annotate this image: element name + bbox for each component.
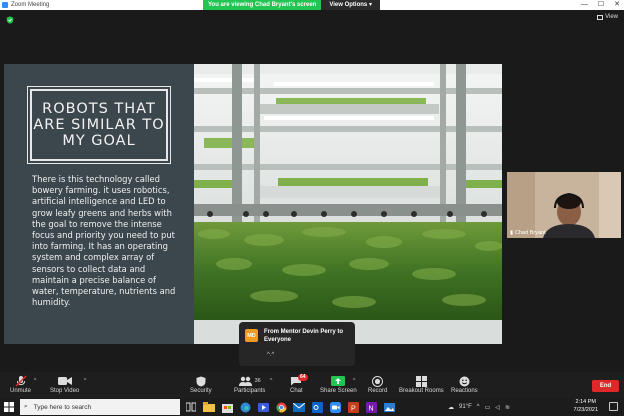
taskbar-search-box[interactable]: ⌕ Type here to search xyxy=(20,399,180,415)
participants-label: Participants xyxy=(234,388,266,394)
volume-icon[interactable]: ◁ xyxy=(495,404,500,411)
share-screen-icon xyxy=(331,375,346,387)
breakout-rooms-label: Breakout Rooms xyxy=(399,388,444,394)
shield-icon xyxy=(196,375,206,387)
slide-title-box: ROBOTS THAT ARE SIMILAR TO MY GOAL xyxy=(27,86,171,164)
clock-date: 7/23/2021 xyxy=(573,406,598,413)
close-icon[interactable]: ✕ xyxy=(614,0,620,10)
viewing-screen-label: You are viewing Chad Bryant's screen xyxy=(203,0,322,10)
unmute-button[interactable]: Unmute xyxy=(10,375,31,394)
video-app-icon[interactable] xyxy=(256,400,270,414)
svg-text:P: P xyxy=(351,405,356,412)
breakout-rooms-button[interactable]: Breakout Rooms xyxy=(399,375,444,394)
chrome-browser-icon[interactable] xyxy=(274,400,288,414)
breakout-rooms-icon xyxy=(415,375,427,387)
participants-button[interactable]: 36 Participants xyxy=(234,375,265,394)
end-meeting-button[interactable]: End xyxy=(592,380,619,392)
edge-browser-icon[interactable] xyxy=(238,400,252,414)
view-button-label: View xyxy=(605,14,618,20)
system-tray: ☁ 91°F ^ ▭ ◁ ≋ xyxy=(448,400,510,414)
maximize-icon[interactable]: ☐ xyxy=(598,0,604,10)
participants-caret-icon[interactable]: ^ xyxy=(270,378,272,384)
view-options-label: View Options xyxy=(329,2,368,8)
chat-sender-line: From Mentor Devin Perry to Everyone xyxy=(264,329,344,343)
search-icon: ⌕ xyxy=(24,403,28,410)
stop-video-label: Stop Video xyxy=(50,388,80,394)
shared-slide: ROBOTS THAT ARE SIMILAR TO MY GOAL There… xyxy=(4,64,502,344)
clock-time: 2:14 PM xyxy=(575,399,596,405)
windows-start-icon[interactable] xyxy=(4,402,14,412)
chat-label: Chat xyxy=(290,388,303,394)
window-title: Zoom Meeting xyxy=(11,2,50,8)
chat-message: ^.^ xyxy=(267,352,275,358)
minimize-icon[interactable]: — xyxy=(581,0,588,10)
slide-text-panel: ROBOTS THAT ARE SIMILAR TO MY GOAL There… xyxy=(4,64,194,344)
window-controls: — ☐ ✕ xyxy=(581,0,620,10)
weather-icon[interactable]: ☁ xyxy=(448,404,454,411)
share-screen-label: Share Screen xyxy=(320,388,357,394)
search-placeholder: Type here to search xyxy=(33,403,92,411)
unmute-label: Unmute xyxy=(10,388,32,394)
share-options-caret-icon[interactable]: ^ xyxy=(353,378,355,384)
reactions-label: Reactions xyxy=(451,388,478,394)
security-label: Security xyxy=(190,388,212,394)
zoom-logo-icon xyxy=(2,2,8,8)
powerpoint-icon[interactable]: P xyxy=(346,400,360,414)
smiley-reaction-icon xyxy=(459,375,470,387)
security-button[interactable]: Security xyxy=(190,375,212,394)
slide-body: There is this technology called bowery f… xyxy=(32,174,176,308)
tray-overflow-icon[interactable]: ^ xyxy=(477,404,480,410)
chevron-down-icon: ▾ xyxy=(368,2,372,8)
zoom-app-icon[interactable] xyxy=(328,400,342,414)
store-icon[interactable] xyxy=(220,400,234,414)
photos-icon[interactable] xyxy=(382,400,396,414)
view-options-button[interactable]: View Options ▾ xyxy=(321,0,380,10)
file-explorer-icon[interactable] xyxy=(202,400,216,414)
sender-avatar: MD xyxy=(245,329,258,342)
audio-options-caret-icon[interactable]: ^ xyxy=(34,378,36,384)
temperature-readout[interactable]: 91°F xyxy=(459,404,472,410)
onenote-icon[interactable]: N xyxy=(364,400,378,414)
notification-center-icon[interactable] xyxy=(609,402,618,411)
participants-icon: 36 xyxy=(238,375,261,387)
video-camera-icon xyxy=(57,375,72,387)
vertical-farm-photo xyxy=(194,64,502,344)
taskbar-clock[interactable]: 2:14 PM 7/23/2021 xyxy=(574,399,598,414)
share-screen-button[interactable]: Share Screen xyxy=(320,375,357,394)
network-icon[interactable]: ▭ xyxy=(485,404,491,411)
screen-share-banner: You are viewing Chad Bryant's screen Vie… xyxy=(203,0,380,10)
participant-name: Chad Bryant xyxy=(515,230,546,236)
record-label: Record xyxy=(368,388,388,394)
taskbar-pinned-apps: P N xyxy=(184,400,396,414)
stop-video-button[interactable]: Stop Video xyxy=(50,375,79,394)
encryption-shield-icon[interactable] xyxy=(6,16,14,24)
reactions-button[interactable]: Reactions xyxy=(451,375,478,394)
outlook-icon[interactable] xyxy=(310,400,324,414)
task-view-icon[interactable] xyxy=(184,400,198,414)
participant-name-label: ▮ Chad Bryant xyxy=(510,230,546,236)
slide-title: ROBOTS THAT ARE SIMILAR TO MY GOAL xyxy=(33,101,165,149)
meeting-toolbar: Unmute ^ Stop Video ^ Security 36 Partic… xyxy=(0,372,624,398)
signal-bars-icon: ▮ xyxy=(510,230,514,236)
view-button[interactable]: View xyxy=(597,14,618,20)
svg-text:N: N xyxy=(368,405,373,412)
record-icon xyxy=(372,375,384,387)
microphone-muted-icon xyxy=(15,375,27,387)
video-options-caret-icon[interactable]: ^ xyxy=(84,378,86,384)
wifi-icon[interactable]: ≋ xyxy=(505,404,510,411)
participants-count: 36 xyxy=(254,378,261,384)
chat-unread-badge: 64 xyxy=(298,374,308,381)
mail-icon[interactable] xyxy=(292,400,306,414)
participant-video-tile[interactable]: ▮ Chad Bryant xyxy=(507,172,621,238)
record-button[interactable]: Record xyxy=(368,375,387,394)
chat-notification[interactable]: MD From Mentor Devin Perry to Everyone ^… xyxy=(239,322,355,366)
windows-taskbar: ⌕ Type here to search P N ☁ 91°F ^ ▭ ◁ ≋… xyxy=(0,398,624,416)
grid-view-icon xyxy=(597,14,604,20)
